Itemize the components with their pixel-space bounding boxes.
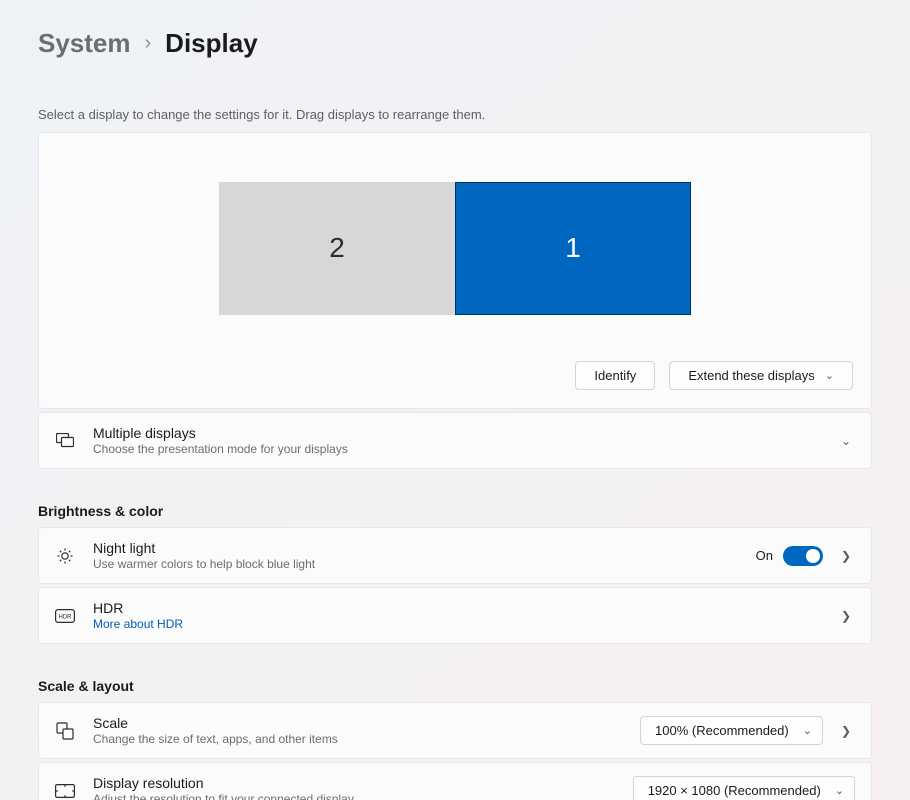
chevron-down-icon[interactable]: ⌄ [837, 430, 855, 452]
chevron-right-icon[interactable]: ❯ [837, 720, 855, 742]
display-mode-dropdown[interactable]: Extend these displays ⌄ [669, 361, 853, 390]
multiple-displays-icon [55, 433, 75, 449]
resolution-value: 1920 × 1080 (Recommended) [648, 783, 821, 798]
monitor-2[interactable]: 2 [219, 182, 455, 315]
page-title: Display [165, 28, 258, 59]
svg-text:HDR: HDR [59, 614, 73, 620]
night-light-toggle[interactable] [783, 546, 823, 566]
breadcrumb: System › Display [38, 28, 872, 59]
scale-icon [55, 722, 75, 740]
night-light-toggle-group: On [756, 546, 823, 566]
scale-row[interactable]: Scale Change the size of text, apps, and… [38, 702, 872, 759]
night-light-state-label: On [756, 548, 773, 563]
hdr-title: HDR [93, 600, 823, 616]
multiple-displays-subtitle: Choose the presentation mode for your di… [93, 442, 837, 456]
scale-title: Scale [93, 715, 640, 731]
night-light-row[interactable]: Night light Use warmer colors to help bl… [38, 527, 872, 584]
resolution-dropdown[interactable]: 1920 × 1080 (Recommended) ⌄ [633, 776, 855, 800]
chevron-down-icon: ⌄ [825, 369, 834, 382]
breadcrumb-parent[interactable]: System [38, 28, 131, 59]
monitor-arrangement-area[interactable]: 2 1 [53, 163, 857, 333]
identify-button[interactable]: Identify [575, 361, 655, 390]
resolution-icon [55, 784, 75, 798]
breadcrumb-separator-icon: › [145, 32, 152, 55]
brightness-color-heading: Brightness & color [38, 503, 872, 519]
resolution-row[interactable]: Display resolution Adjust the resolution… [38, 762, 872, 800]
resolution-subtitle: Adjust the resolution to fit your connec… [93, 792, 633, 800]
hdr-icon: HDR [55, 609, 75, 623]
multiple-displays-title: Multiple displays [93, 425, 837, 441]
chevron-right-icon[interactable]: ❯ [837, 605, 855, 627]
resolution-text: Display resolution Adjust the resolution… [93, 775, 633, 800]
night-light-text: Night light Use warmer colors to help bl… [93, 540, 756, 571]
hdr-text: HDR More about HDR [93, 600, 823, 631]
scale-subtitle: Change the size of text, apps, and other… [93, 732, 640, 746]
scale-layout-heading: Scale & layout [38, 678, 872, 694]
chevron-down-icon: ⌄ [803, 724, 812, 737]
instruction-text: Select a display to change the settings … [38, 107, 872, 122]
identify-button-label: Identify [594, 368, 636, 383]
chevron-right-icon[interactable]: ❯ [837, 545, 855, 567]
scale-dropdown[interactable]: 100% (Recommended) ⌄ [640, 716, 823, 745]
scale-value: 100% (Recommended) [655, 723, 789, 738]
multiple-displays-text: Multiple displays Choose the presentatio… [93, 425, 837, 456]
arrangement-actions: Identify Extend these displays ⌄ [53, 361, 857, 390]
hdr-more-link[interactable]: More about HDR [93, 617, 823, 631]
multiple-displays-row[interactable]: Multiple displays Choose the presentatio… [38, 412, 872, 469]
night-light-title: Night light [93, 540, 756, 556]
scale-text: Scale Change the size of text, apps, and… [93, 715, 640, 746]
night-light-icon [55, 547, 75, 565]
display-arrangement-card: 2 1 Identify Extend these displays ⌄ [38, 132, 872, 409]
hdr-row[interactable]: HDR HDR More about HDR ❯ [38, 587, 872, 644]
night-light-subtitle: Use warmer colors to help block blue lig… [93, 557, 756, 571]
display-mode-value: Extend these displays [688, 368, 814, 383]
resolution-title: Display resolution [93, 775, 633, 791]
monitor-1[interactable]: 1 [455, 182, 691, 315]
chevron-down-icon: ⌄ [835, 784, 844, 797]
